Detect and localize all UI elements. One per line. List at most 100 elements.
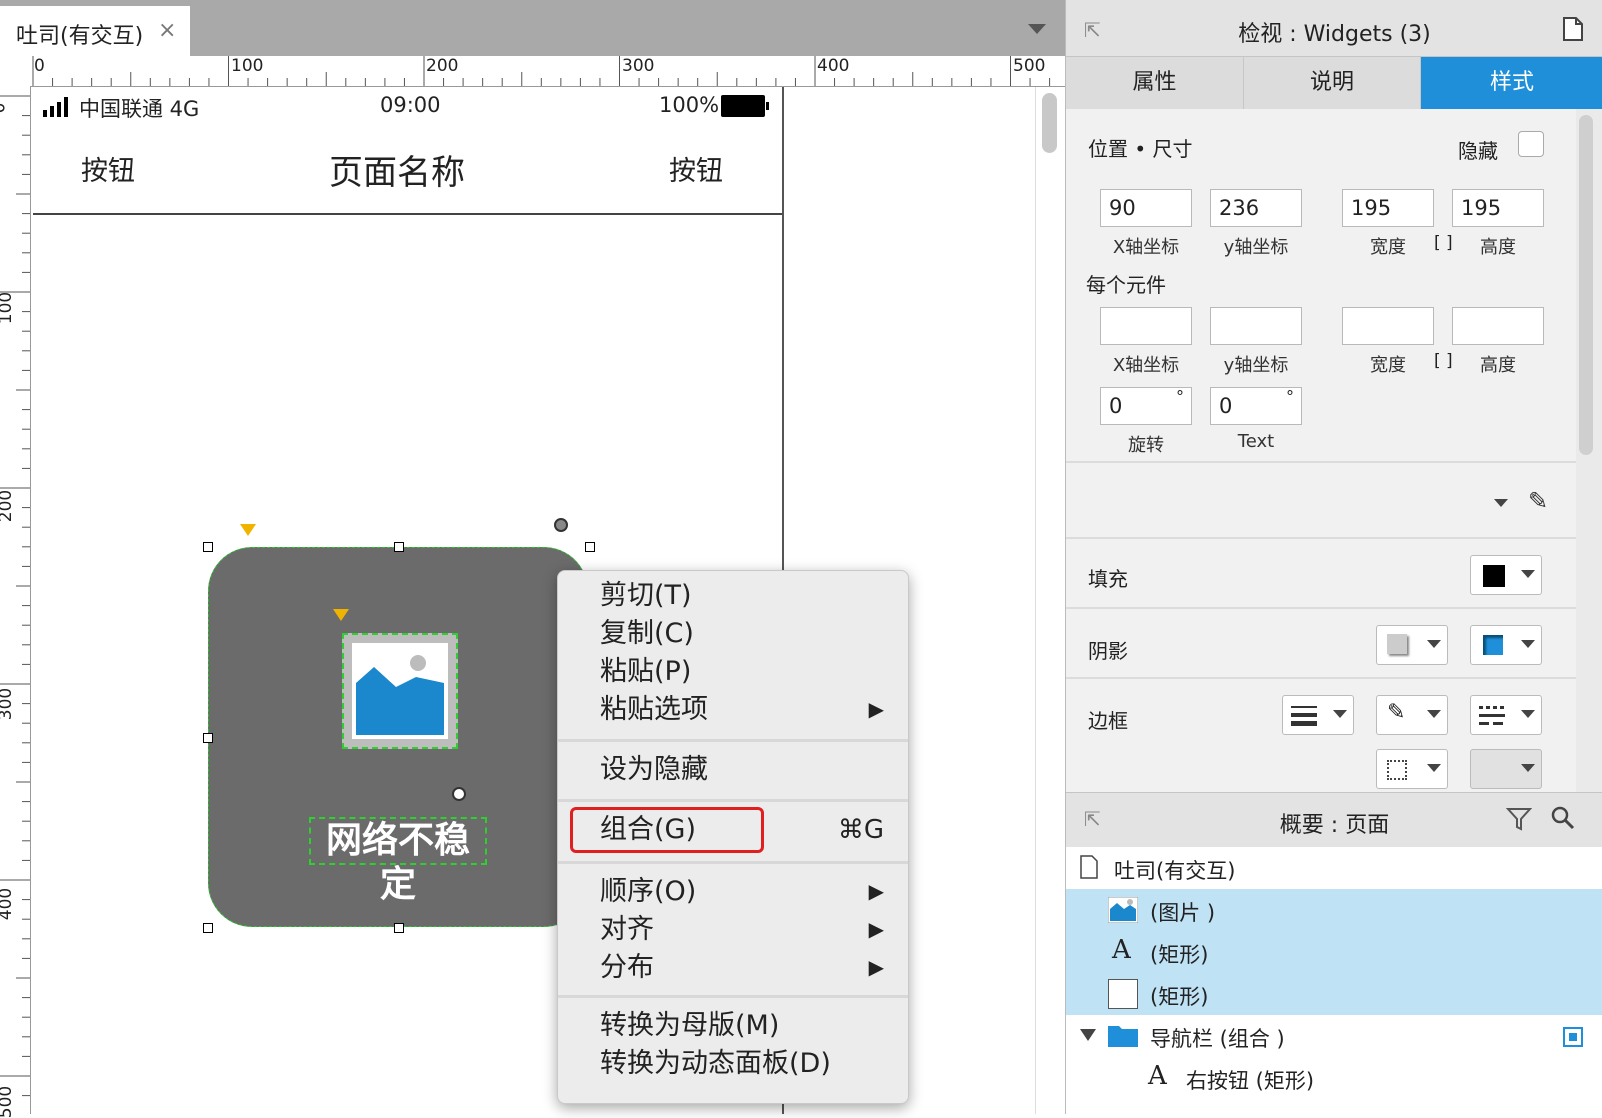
outline-header: ⇱ 概要 : 页面 [1066,792,1602,848]
outline-page-row[interactable]: 吐司(有交互) [1066,847,1602,889]
chevron-down-icon [1521,570,1535,578]
divider [1066,677,1576,679]
resize-handle[interactable] [203,923,213,933]
rotation-handle-icon[interactable] [452,787,466,801]
carrier-text: 中国联通 4G [79,97,200,121]
search-icon[interactable] [1550,805,1576,831]
group-toggle-icon[interactable] [1563,1027,1583,1047]
border-label: 边框 [1088,709,1128,733]
menu-item-align[interactable]: 对齐 [600,911,654,949]
outline-item-label: 导航栏 (组合 ) [1150,1027,1285,1051]
rectangle-icon [1108,979,1138,1009]
chevron-down-icon [1427,764,1441,772]
border-width-button[interactable] [1282,695,1354,735]
ruler-label: 400 [0,887,17,921]
x-label: X轴坐标 [1112,237,1180,258]
document-tab[interactable]: 吐司(有交互) × [0,6,190,56]
per-height-input[interactable] [1452,307,1544,345]
x-coordinate-input[interactable]: 90 [1100,189,1192,227]
outer-shadow-button[interactable] [1376,625,1448,665]
menu-item-convert-dynamic-panel[interactable]: 转换为动态面板(D) [600,1045,831,1083]
chevron-down-icon[interactable] [1028,24,1046,34]
menu-item-copy[interactable]: 复制(C) [600,615,694,653]
ruler-ticks-left [0,95,30,1097]
resize-handle[interactable] [585,542,595,552]
shadow-label: 阴影 [1088,639,1128,663]
expand-triangle-icon[interactable] [1080,1029,1096,1041]
toast-text[interactable]: 网络不稳定 [309,817,487,905]
inner-shadow-button[interactable] [1470,625,1542,665]
toast-image-widget[interactable] [342,633,458,749]
close-icon[interactable]: × [158,18,176,43]
width-input[interactable]: 195 [1342,189,1434,227]
hidden-checkbox[interactable] [1518,131,1544,157]
per-y-input[interactable] [1210,307,1302,345]
inspector-scrollbar[interactable] [1579,115,1593,455]
vertical-ruler: 0 100 200 300 400 500 [0,86,31,1118]
border-style-button[interactable] [1470,695,1542,735]
interaction-marker-icon[interactable] [240,524,256,536]
outline-item-label: (矩形) [1150,943,1209,967]
resize-handle[interactable] [203,733,213,743]
arrow-style-button[interactable] [1470,749,1542,789]
inspector-title: 检视 : Widgets (3) [1238,22,1431,47]
tab-properties[interactable]: 属性 [1066,57,1244,109]
canvas-scrollbar[interactable] [1035,87,1066,1114]
menu-item-paste-options[interactable]: 粘贴选项 [600,691,708,729]
outline-item-label: 右按钮 (矩形) [1186,1069,1315,1093]
y-coordinate-input[interactable]: 236 [1210,189,1302,227]
resize-handle[interactable] [394,923,404,933]
height-input[interactable]: 195 [1452,189,1544,227]
outline-item[interactable]: A (矩形) [1066,931,1602,973]
border-visibility-button[interactable] [1376,749,1448,789]
folder-icon [1108,1026,1138,1047]
menu-item-set-hidden[interactable]: 设为隐藏 [600,751,708,789]
shadow-icon [1387,634,1407,654]
submenu-arrow-icon: ▶ [868,917,884,941]
outline-item[interactable]: (矩形) [1066,973,1602,1015]
ruler-label: 500 [1013,56,1046,76]
per-width-input[interactable] [1342,307,1434,345]
inspector-header: ⇱ 检视 : Widgets (3) [1066,0,1602,57]
ruler-label: 200 [426,56,459,76]
text-icon: A [1148,1061,1167,1091]
page-icon[interactable] [1562,16,1584,42]
chevron-down-icon [1427,710,1441,718]
text-icon: A [1112,935,1131,965]
right-panel: ⇱ 检视 : Widgets (3) 属性 说明 样式 位置 • 尺寸 隐藏 9… [1065,0,1602,1114]
nav-left-button[interactable]: 按钮 [81,149,135,188]
rotation-handle-icon[interactable] [554,518,568,532]
aspect-lock-icon[interactable]: [ ] [1434,351,1453,371]
tab-notes[interactable]: 说明 [1244,57,1421,109]
edit-style-icon[interactable]: ✎ [1528,487,1548,515]
menu-item-paste[interactable]: 粘贴(P) [600,653,691,691]
border-color-button[interactable]: ✎ [1376,695,1448,735]
divider [1066,461,1576,463]
menu-item-order[interactable]: 顺序(O) [600,873,696,911]
menu-item-cut[interactable]: 剪切(T) [600,577,692,615]
horizontal-ruler: 0 100 200 300 400 500 [0,56,1065,87]
fill-color-button[interactable] [1470,555,1542,595]
outline-item[interactable]: A 右按钮 (矩形) [1066,1057,1602,1099]
ruler-label: 100 [0,291,17,325]
resize-handle[interactable] [394,542,404,552]
ruler-label: 100 [231,56,264,76]
outline-item[interactable]: (图片 ) [1066,889,1602,931]
style-dropdown-chevron-icon[interactable] [1494,499,1508,507]
menu-item-distribute[interactable]: 分布 [600,949,654,987]
nav-right-button[interactable]: 按钮 [669,149,723,188]
scrollbar-thumb[interactable] [1042,93,1057,153]
resize-handle[interactable] [203,542,213,552]
chevron-down-icon [1427,640,1441,648]
menu-item-convert-master[interactable]: 转换为母版(M) [600,1007,779,1045]
aspect-lock-icon[interactable]: [ ] [1434,233,1453,253]
filter-icon[interactable] [1506,807,1532,831]
phone-status-bar: 中国联通 4G 09:00 100% [33,87,782,127]
per-x-input[interactable] [1100,307,1192,345]
ruler-label: 300 [0,687,17,721]
interaction-marker-icon[interactable] [333,609,349,621]
outline-item[interactable]: 导航栏 (组合 ) [1066,1015,1602,1057]
y-label: y轴坐标 [1223,355,1289,376]
menu-item-group[interactable]: 组合(G) [600,811,696,849]
tab-style[interactable]: 样式 [1421,57,1602,109]
